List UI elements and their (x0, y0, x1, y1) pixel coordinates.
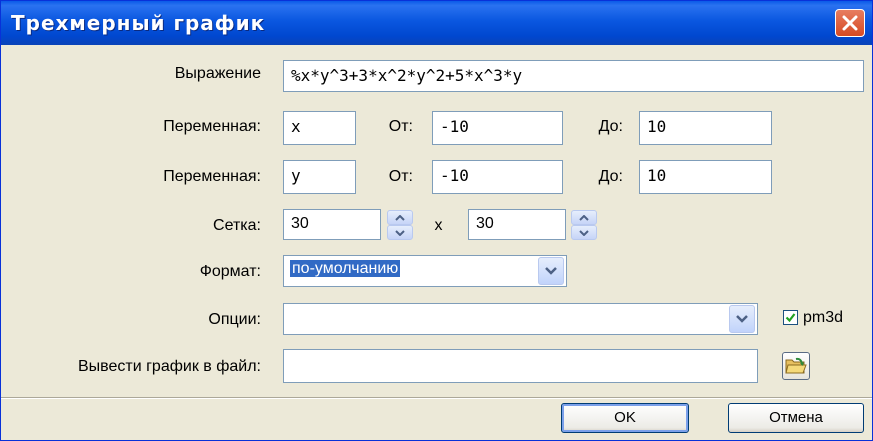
chevron-down-icon (395, 230, 405, 236)
open-folder-icon (785, 357, 807, 374)
grid-x-spinner[interactable] (387, 210, 413, 240)
format-dropdown-button[interactable] (538, 257, 564, 285)
chevron-up-icon (579, 215, 589, 221)
variable2-from-input[interactable]: -10 (432, 160, 563, 194)
expression-label: Выражение (174, 65, 261, 82)
pm3d-checkbox[interactable] (783, 310, 798, 325)
grid-label: Сетка: (213, 217, 261, 234)
expression-input[interactable]: %x*y^3+3*x^2*y^2+5*x^3*y (283, 60, 864, 92)
title-bar[interactable]: Трехмерный график (1, 1, 872, 45)
options-label: Опции: (208, 311, 261, 328)
close-button[interactable] (835, 9, 865, 37)
browse-file-button[interactable] (782, 352, 810, 380)
output-file-label: Вывести график в файл: (77, 358, 261, 375)
variable2-to-input[interactable]: 10 (639, 160, 772, 194)
variable2-to-label: До: (598, 168, 623, 185)
grid-x-spin-up[interactable] (387, 210, 413, 225)
variable1-to-label: До: (598, 118, 623, 135)
footer-separator (1, 397, 872, 399)
variable2-from-label: От: (388, 168, 413, 185)
close-icon (842, 15, 858, 31)
output-file-input[interactable] (283, 349, 758, 383)
variable1-name-input[interactable]: x (283, 111, 356, 145)
grid-x-input[interactable]: 30 (283, 209, 381, 240)
format-selected-value: по-умолчанию (290, 260, 401, 277)
options-dropdown-button[interactable] (729, 305, 755, 333)
chevron-down-icon (736, 315, 748, 323)
cancel-button[interactable]: Отмена (728, 403, 864, 433)
grid-y-spin-down[interactable] (571, 225, 597, 240)
grid-y-spin-up[interactable] (571, 210, 597, 225)
ok-button[interactable]: OK (561, 403, 689, 433)
grid-y-spinner[interactable] (571, 210, 597, 240)
format-select[interactable]: по-умолчанию (283, 255, 567, 287)
variable2-name-input[interactable]: y (283, 160, 356, 194)
checkmark-icon (785, 313, 796, 323)
plot3d-dialog: Трехмерный график Выражение %x*y^3+3*x^2… (0, 0, 873, 441)
window-title: Трехмерный график (11, 11, 266, 35)
chevron-down-icon (545, 267, 557, 275)
grid-separator: x (434, 217, 443, 234)
grid-y-input[interactable]: 30 (468, 209, 566, 240)
variable1-from-input[interactable]: -10 (432, 111, 563, 145)
variable2-label: Переменная: (163, 168, 261, 185)
chevron-up-icon (395, 215, 405, 221)
variable1-label: Переменная: (163, 118, 261, 135)
grid-x-spin-down[interactable] (387, 225, 413, 240)
pm3d-label: pm3d (803, 309, 844, 326)
variable1-from-label: От: (388, 118, 413, 135)
options-input[interactable] (283, 303, 758, 335)
chevron-down-icon (579, 230, 589, 236)
format-label: Формат: (199, 263, 261, 280)
variable1-to-input[interactable]: 10 (639, 111, 772, 145)
